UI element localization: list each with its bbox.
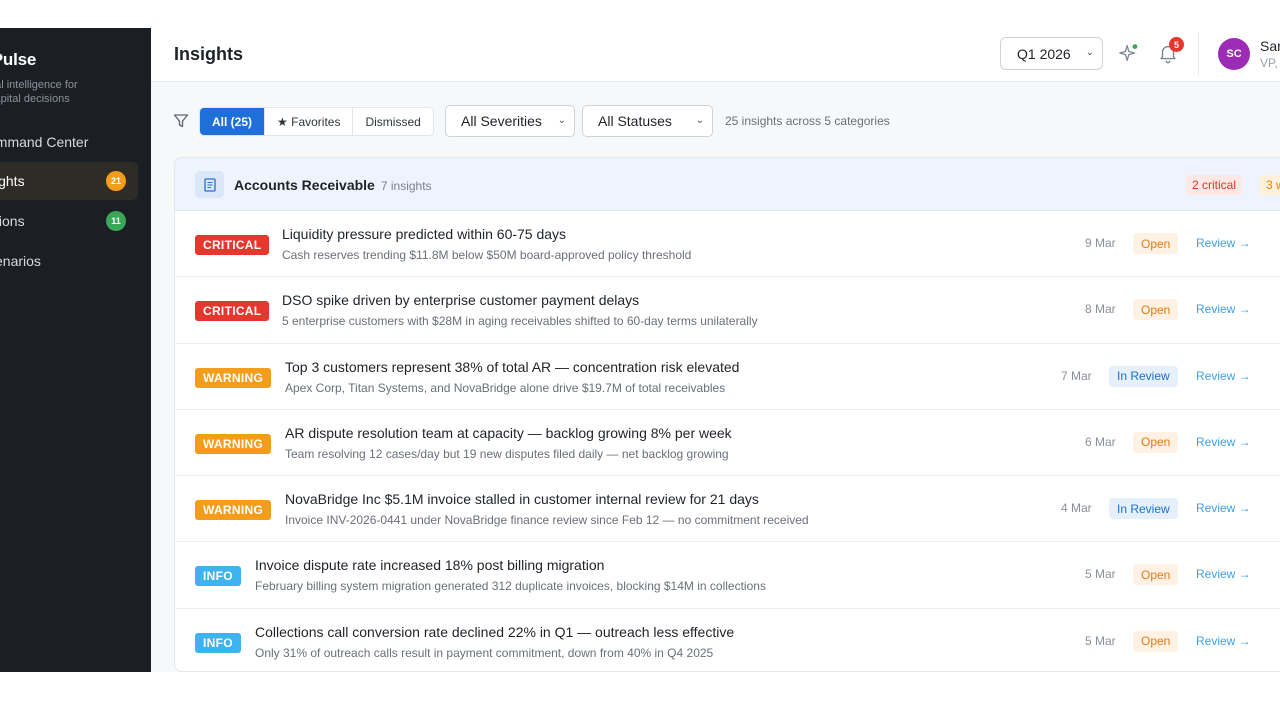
insight-description: Apex Corp, Titan Systems, and NovaBridge…: [285, 380, 726, 395]
insight-title[interactable]: Collections call conversion rate decline…: [255, 624, 734, 640]
user-name[interactable]: Sar: [1260, 38, 1280, 54]
sidebar-item-label: ommand Center: [0, 134, 89, 150]
review-link[interactable]: Review →: [1196, 236, 1251, 250]
status-badge: Open: [1133, 564, 1179, 586]
brand-tagline: nal intelligence for capital decisions: [0, 78, 78, 106]
actions-count-badge: 11: [106, 211, 126, 231]
sidebar-item-scenarios[interactable]: cenarios: [0, 242, 139, 280]
sparkle-icon[interactable]: [1118, 42, 1140, 64]
severity-select[interactable]: All Severities ⌄: [445, 105, 575, 137]
insight-title[interactable]: Invoice dispute rate increased 18% post …: [255, 557, 604, 573]
insight-row[interactable]: INFO Invoice dispute rate increased 18% …: [175, 542, 1280, 609]
insight-description: Only 31% of outreach calls result in pay…: [255, 645, 714, 660]
tab-dismissed[interactable]: Dismissed: [353, 108, 432, 135]
filter-icon[interactable]: [173, 113, 189, 129]
status-select-value: All Statuses: [598, 113, 672, 129]
sidebar-item-label: ctions: [0, 213, 25, 229]
insight-description: 5 enterprise customers with $28M in agin…: [282, 314, 758, 329]
review-link[interactable]: Review →: [1196, 634, 1251, 648]
insight-date: 7 Mar: [1061, 368, 1092, 383]
warning-count-chip: 3 w: [1260, 175, 1280, 195]
sidebar-item-label: cenarios: [0, 253, 41, 269]
status-select[interactable]: All Statuses ⌄: [582, 105, 713, 137]
insight-row[interactable]: INFO Collections call conversion rate de…: [175, 609, 1280, 671]
chevron-down-icon: ⌄: [695, 115, 704, 126]
review-link[interactable]: Review →: [1196, 302, 1251, 316]
status-badge: Open: [1133, 299, 1179, 321]
severity-badge: WARNING: [195, 367, 272, 388]
insights-count-badge: 21: [106, 171, 126, 191]
category-count: 7 insights: [380, 179, 432, 193]
insight-description: Team resolving 12 cases/day but 19 new d…: [285, 446, 729, 461]
insight-title[interactable]: AR dispute resolution team at capacity —…: [285, 425, 732, 441]
main-content: All (25) ★ Favorites Dismissed All Sever…: [151, 82, 1280, 672]
severity-badge: CRITICAL: [195, 235, 270, 255]
brand-suffix: Pulse: [0, 50, 37, 69]
brand-logo[interactable]: alPulse: [0, 50, 36, 70]
insight-date: 4 Mar: [1061, 501, 1092, 516]
category-card-accounts-receivable: Accounts Receivable 7 insights 2 critical…: [174, 157, 1280, 672]
insight-description: February billing system migration genera…: [255, 579, 766, 594]
insight-row[interactable]: CRITICAL DSO spike driven by enterprise …: [175, 277, 1280, 344]
insight-date: 5 Mar: [1085, 633, 1116, 648]
insights-summary: 25 insights across 5 categories: [725, 114, 890, 128]
page-title: Insights: [174, 44, 244, 64]
insight-title[interactable]: Top 3 customers represent 38% of total A…: [285, 359, 739, 375]
critical-count-chip: 2 critical: [1186, 175, 1243, 195]
tagline-line-2: capital decisions: [0, 93, 70, 105]
status-badge: Open: [1133, 233, 1179, 254]
insight-date: 9 Mar: [1085, 236, 1116, 250]
severity-badge: INFO: [195, 566, 241, 587]
review-link[interactable]: Review →: [1196, 567, 1251, 581]
review-link[interactable]: Review →: [1196, 435, 1251, 449]
severity-badge: CRITICAL: [195, 301, 270, 322]
insight-date: 6 Mar: [1085, 434, 1116, 449]
filter-tabs: All (25) ★ Favorites Dismissed: [199, 107, 434, 136]
insight-title[interactable]: NovaBridge Inc $5.1M invoice stalled in …: [285, 491, 759, 507]
insight-row[interactable]: CRITICAL Liquidity pressure predicted wi…: [175, 211, 1280, 278]
quarter-select-value: Q1 2026: [1017, 45, 1071, 62]
category-title-text: Accounts Receivable: [234, 177, 375, 193]
chevron-down-icon: ⌄: [557, 115, 566, 126]
tab-favorites[interactable]: ★ Favorites: [265, 108, 354, 135]
header-divider: [1198, 32, 1199, 76]
insight-row[interactable]: WARNING NovaBridge Inc $5.1M invoice sta…: [175, 476, 1280, 543]
status-badge: In Review: [1109, 365, 1178, 387]
avatar[interactable]: SC: [1218, 38, 1250, 70]
chevron-down-icon: ⌄: [1085, 47, 1094, 58]
insight-date: 5 Mar: [1085, 567, 1116, 582]
insight-title[interactable]: DSO spike driven by enterprise customer …: [282, 292, 639, 308]
top-header: Insights Q1 2026 ⌄ 5 SC Sar VP,: [151, 28, 1280, 82]
review-link[interactable]: Review →: [1196, 501, 1251, 515]
tagline-line-1: nal intelligence for: [0, 79, 78, 91]
category-header[interactable]: Accounts Receivable 7 insights 2 critical…: [175, 158, 1280, 211]
category-title: Accounts Receivable 7 insights: [234, 177, 432, 193]
user-role: VP,: [1260, 56, 1278, 70]
insight-row[interactable]: WARNING AR dispute resolution team at ca…: [175, 410, 1280, 477]
insight-description: Invoice INV-2026-0441 under NovaBridge f…: [285, 513, 809, 528]
sidebar-item-insights[interactable]: sights 21: [0, 162, 138, 200]
severity-select-value: All Severities: [461, 113, 542, 129]
insight-row[interactable]: WARNING Top 3 customers represent 38% of…: [175, 344, 1280, 410]
severity-badge: INFO: [195, 632, 241, 653]
insight-description: Cash reserves trending $11.8M below $50M…: [282, 248, 692, 262]
status-badge: Open: [1133, 431, 1179, 453]
status-badge: Open: [1133, 630, 1179, 652]
insight-title[interactable]: Liquidity pressure predicted within 60-7…: [282, 226, 566, 242]
document-icon: [195, 171, 224, 198]
review-link[interactable]: Review →: [1196, 369, 1251, 383]
insight-date: 8 Mar: [1085, 302, 1116, 317]
severity-badge: WARNING: [195, 433, 272, 454]
sidebar-item-label: sights: [0, 173, 25, 189]
tab-all[interactable]: All (25): [200, 108, 266, 135]
sidebar-item-command-center[interactable]: ommand Center: [0, 123, 139, 161]
insight-list: CRITICAL Liquidity pressure predicted wi…: [175, 211, 1280, 671]
notification-count-badge: 5: [1169, 37, 1184, 52]
sidebar-item-actions[interactable]: ctions 11: [0, 202, 139, 240]
severity-badge: WARNING: [195, 500, 272, 521]
status-badge: In Review: [1109, 498, 1178, 520]
sidebar: alPulse nal intelligence for capital dec…: [0, 28, 151, 672]
quarter-select[interactable]: Q1 2026 ⌄: [1000, 37, 1103, 70]
